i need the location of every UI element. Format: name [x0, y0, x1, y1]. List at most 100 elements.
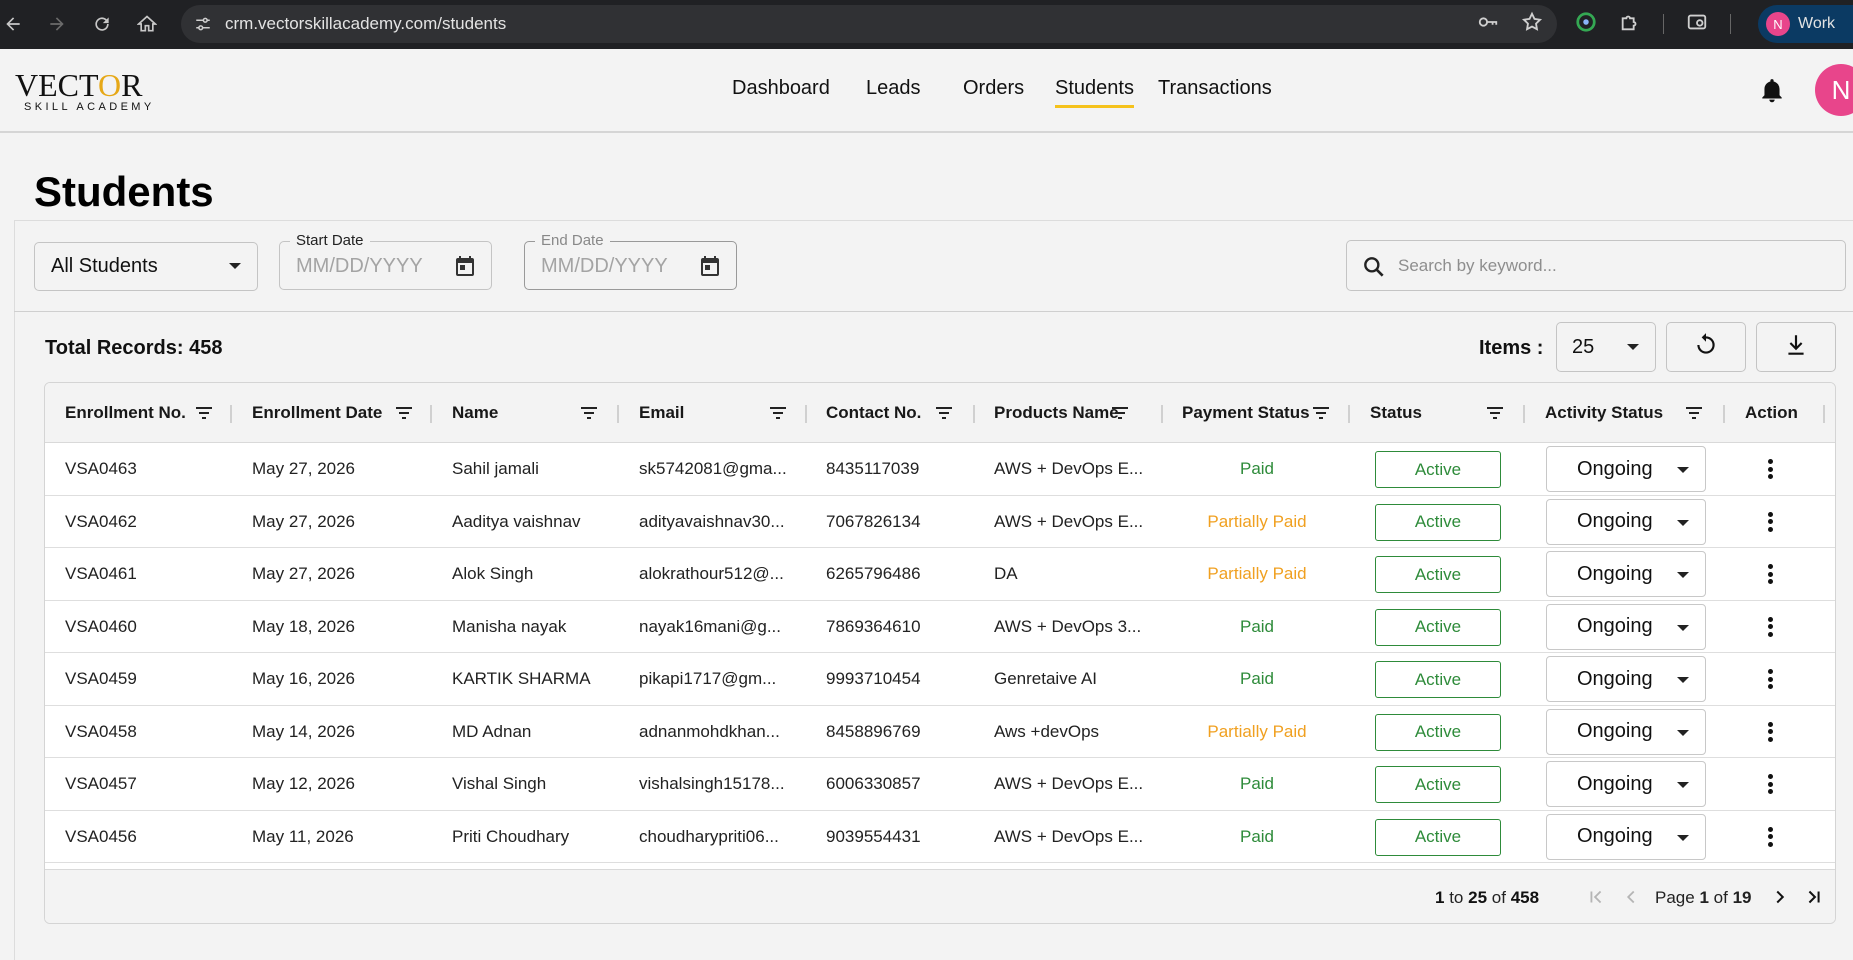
filter-icon[interactable] — [935, 406, 953, 420]
address-bar[interactable]: crm.vectorskillacademy.com/students — [181, 5, 1557, 43]
status-badge[interactable]: Active — [1375, 766, 1501, 803]
filter-icon[interactable] — [1486, 406, 1504, 420]
more-vert-icon[interactable] — [1758, 561, 1782, 587]
star-icon[interactable] — [1521, 11, 1543, 38]
table-row[interactable]: VSA0456 May 11, 2026 Priti Choudhary choudh… — [45, 810, 1835, 863]
column-separator[interactable] — [805, 405, 807, 423]
activity-status-select[interactable]: Ongoing — [1546, 498, 1706, 545]
items-per-page-select[interactable]: 25 — [1556, 322, 1656, 372]
filter-icon[interactable] — [395, 406, 413, 420]
divider-icon — [1730, 14, 1731, 34]
last-page-icon[interactable] — [1803, 886, 1825, 908]
search-input[interactable]: Search by keyword... — [1346, 240, 1846, 291]
status-badge[interactable]: Active — [1375, 503, 1501, 541]
first-page-icon[interactable] — [1585, 886, 1607, 908]
puzzle-icon[interactable] — [1619, 11, 1641, 38]
column-separator[interactable] — [1161, 405, 1163, 423]
column-separator[interactable] — [1348, 405, 1350, 423]
activity-status-value: Ongoing — [1577, 510, 1653, 532]
activity-status-select[interactable]: Ongoing — [1546, 656, 1706, 702]
more-vert-icon[interactable] — [1758, 456, 1782, 482]
column-header-enrollment-date[interactable]: Enrollment Date — [252, 383, 382, 443]
activity-status-select[interactable]: Ongoing — [1546, 813, 1706, 860]
browser-profile-chip[interactable]: N Work — [1758, 5, 1853, 43]
student-filter-select[interactable]: All Students — [34, 242, 258, 291]
nav-transactions[interactable]: Transactions — [1158, 77, 1272, 100]
nav-orders[interactable]: Orders — [963, 77, 1024, 100]
download-button[interactable] — [1756, 322, 1836, 372]
more-vert-icon[interactable] — [1758, 824, 1782, 850]
column-header-status[interactable]: Status — [1370, 383, 1422, 443]
status-badge[interactable]: Active — [1375, 556, 1501, 593]
reload-icon[interactable] — [84, 6, 120, 42]
table-row[interactable]: VSA0462 May 27, 2026 Aaditya vaishnav adity… — [45, 495, 1835, 548]
table-row[interactable]: VSA0461 May 27, 2026 Alok Singh alokrathour… — [45, 548, 1835, 601]
key-icon[interactable] — [1477, 11, 1499, 38]
column-header-name[interactable]: Name — [452, 383, 498, 443]
activity-status-select[interactable]: Ongoing — [1546, 446, 1706, 492]
column-header-action[interactable]: Action — [1745, 383, 1798, 443]
page-word: Page — [1655, 888, 1695, 907]
filter-icon[interactable] — [1111, 406, 1129, 420]
status-badge[interactable]: Active — [1375, 608, 1501, 646]
calendar-icon[interactable] — [453, 254, 477, 278]
column-separator[interactable] — [430, 405, 432, 423]
column-separator[interactable] — [230, 405, 232, 423]
extension-icon[interactable] — [1575, 11, 1597, 38]
bell-icon[interactable] — [1759, 77, 1785, 105]
column-separator[interactable] — [1523, 405, 1525, 423]
vector-logo[interactable]: VECTOR SKILL ACADEMY — [15, 69, 155, 113]
column-header-products-name[interactable]: Products Name — [994, 383, 1119, 443]
prev-page-icon[interactable] — [1620, 886, 1642, 908]
chevron-down-icon — [1677, 467, 1689, 473]
filter-icon[interactable] — [1312, 406, 1330, 420]
filter-icon[interactable] — [769, 406, 787, 420]
more-vert-icon[interactable] — [1758, 666, 1782, 692]
more-vert-icon[interactable] — [1758, 771, 1782, 797]
next-page-icon[interactable] — [1769, 886, 1791, 908]
refresh-button[interactable] — [1666, 322, 1746, 372]
table-row[interactable]: VSA0457 May 12, 2026 Vishal Singh vishalsin… — [45, 758, 1835, 811]
email-cell: pikapi1717@gm... — [639, 669, 777, 688]
status-badge[interactable]: Active — [1375, 818, 1501, 856]
column-header-payment-status[interactable]: Payment Status — [1182, 383, 1310, 443]
status-badge[interactable]: Active — [1375, 661, 1501, 698]
activity-status-select[interactable]: Ongoing — [1546, 761, 1706, 807]
column-header-enrollment-no[interactable]: Enrollment No. — [65, 383, 186, 443]
column-separator[interactable] — [1723, 405, 1725, 423]
status-badge[interactable]: Active — [1375, 451, 1501, 488]
activity-status-select[interactable]: Ongoing — [1546, 603, 1706, 650]
status-badge[interactable]: Active — [1375, 713, 1501, 751]
table-row[interactable]: VSA0458 May 14, 2026 MD Adnan adnanmohdkhan… — [45, 705, 1835, 758]
column-separator[interactable] — [1823, 405, 1825, 423]
more-vert-icon[interactable] — [1758, 509, 1782, 535]
end-date-field[interactable]: End Date MM/DD/YYYY — [524, 232, 737, 290]
activity-status-select[interactable]: Ongoing — [1546, 708, 1706, 755]
filter-icon[interactable] — [195, 406, 213, 420]
reading-list-icon[interactable] — [1686, 11, 1708, 38]
enrollment-date-cell: May 11, 2026 — [252, 826, 354, 846]
column-separator[interactable] — [973, 405, 975, 423]
column-header-contact-no[interactable]: Contact No. — [826, 383, 921, 443]
filter-icon[interactable] — [1685, 406, 1703, 420]
column-header-activity-status[interactable]: Activity Status — [1545, 383, 1663, 443]
back-arrow-icon[interactable] — [0, 6, 31, 42]
nav-dashboard[interactable]: Dashboard — [732, 77, 830, 100]
nav-leads[interactable]: Leads — [866, 77, 921, 100]
column-separator[interactable] — [617, 405, 619, 423]
more-vert-icon[interactable] — [1758, 719, 1782, 745]
nav-students[interactable]: Students — [1055, 77, 1134, 108]
table-row[interactable]: VSA0460 May 18, 2026 Manisha nayak nayak16m… — [45, 600, 1835, 653]
start-date-field[interactable]: Start Date MM/DD/YYYY — [279, 232, 492, 290]
more-vert-icon[interactable] — [1758, 614, 1782, 640]
forward-arrow-icon[interactable] — [39, 6, 75, 42]
calendar-icon[interactable] — [698, 254, 722, 278]
activity-status-select[interactable]: Ongoing — [1546, 551, 1706, 597]
table-row[interactable]: VSA0459 May 16, 2026 KARTIK SHARMA pikapi17… — [45, 653, 1835, 706]
home-icon[interactable] — [129, 6, 165, 42]
avatar[interactable]: N — [1815, 64, 1853, 116]
site-settings-icon[interactable] — [181, 5, 225, 43]
table-row[interactable]: VSA0463 May 27, 2026 Sahil jamali sk5742081… — [45, 443, 1835, 496]
column-header-email[interactable]: Email — [639, 383, 684, 443]
filter-icon[interactable] — [580, 406, 598, 420]
